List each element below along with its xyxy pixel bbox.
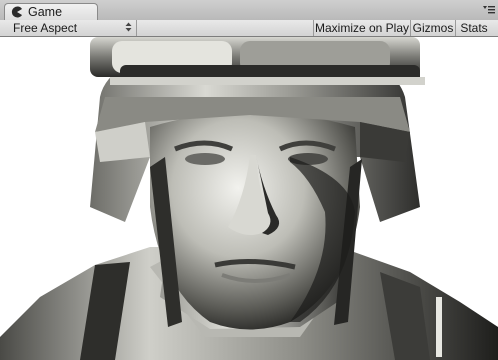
aspect-value: Free Aspect xyxy=(13,21,78,35)
maximize-on-play-button[interactable]: Maximize on Play xyxy=(313,20,410,36)
stats-label: Stats xyxy=(460,21,488,35)
soldier-head-render xyxy=(0,37,498,360)
gizmos-label: Gizmos xyxy=(412,21,454,35)
dropdown-arrows-icon xyxy=(125,20,132,33)
tab-label: Game xyxy=(28,4,63,19)
aspect-dropdown[interactable]: Free Aspect xyxy=(0,20,137,36)
gizmos-button[interactable]: Gizmos xyxy=(410,20,455,36)
tab-game[interactable]: Game xyxy=(4,3,98,20)
stats-button[interactable]: Stats xyxy=(455,20,492,36)
tab-bar: Game xyxy=(0,0,498,21)
game-viewport[interactable] xyxy=(0,37,498,360)
maximize-on-play-label: Maximize on Play xyxy=(314,21,410,35)
pacman-icon xyxy=(11,6,23,18)
panel-menu-icon[interactable] xyxy=(482,4,496,16)
game-toolbar: Free Aspect Maximize on Play Gizmos Stat… xyxy=(0,20,498,37)
